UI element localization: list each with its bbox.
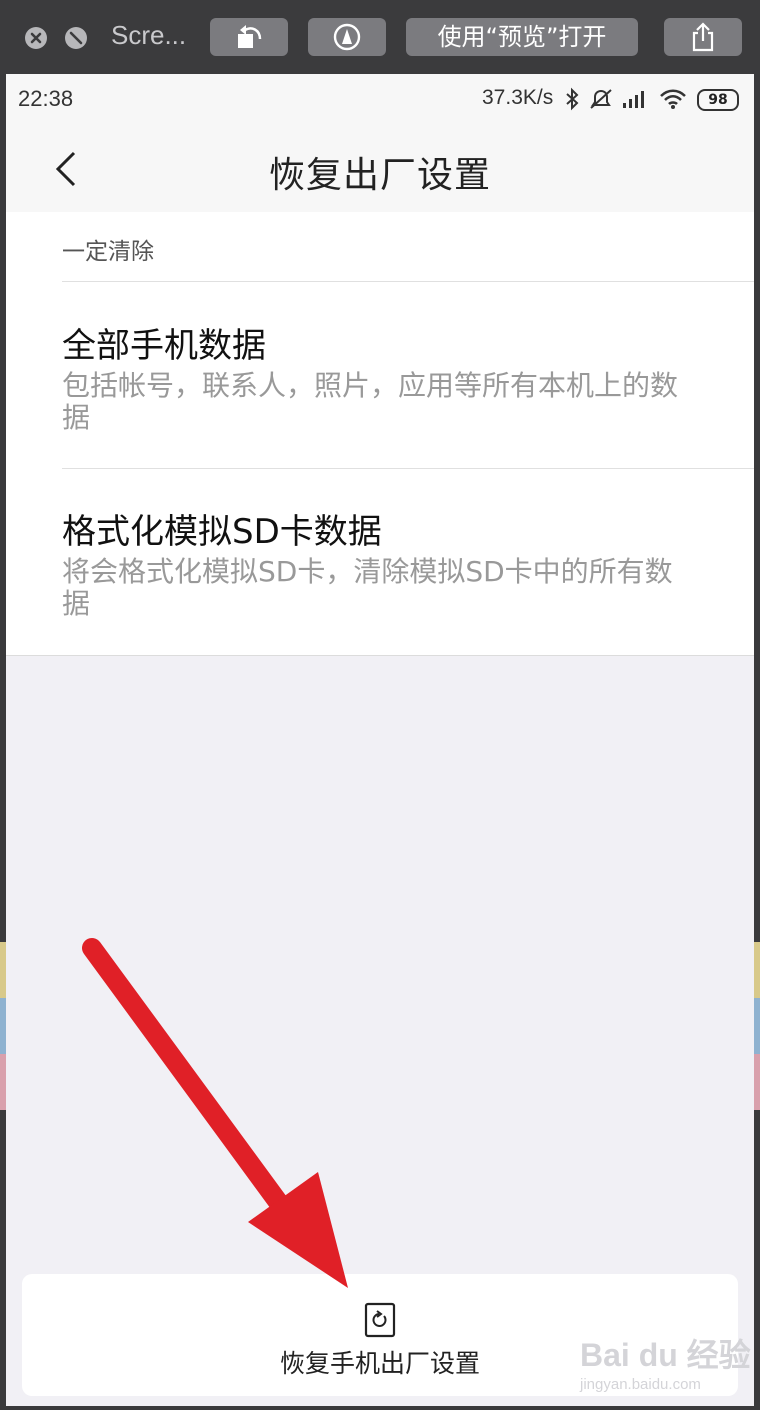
share-icon bbox=[692, 22, 714, 52]
markup-icon bbox=[333, 23, 361, 51]
item-desc-sd-data: 将会格式化模拟SD卡，清除模拟SD卡中的所有数据 bbox=[62, 555, 673, 620]
edge-strip bbox=[0, 942, 6, 998]
page-title: 恢复出厂设置 bbox=[268, 155, 491, 196]
edge-strip bbox=[754, 998, 760, 1054]
divider bbox=[62, 468, 754, 469]
window-title: Scre... bbox=[111, 20, 187, 50]
watermark-main: Bai du 经验 bbox=[580, 1337, 751, 1373]
markup-button[interactable] bbox=[308, 18, 386, 56]
share-button[interactable] bbox=[664, 18, 742, 56]
battery-indicator: 98 bbox=[697, 89, 739, 111]
close-icon[interactable] bbox=[25, 27, 47, 49]
item-title-all-data: 全部手机数据 bbox=[62, 326, 266, 366]
quicklook-toolbar: Scre... 使用“预览”打开 bbox=[0, 0, 760, 74]
wifi-icon bbox=[660, 89, 686, 109]
fullscreen-off-icon[interactable] bbox=[65, 27, 87, 49]
bluetooth-icon bbox=[566, 87, 579, 111]
item-desc-all-data: 包括帐号，联系人，照片，应用等所有本机上的数据 bbox=[62, 369, 679, 434]
phone-screen: 22:38 37.3K/s 98 恢复出厂设置 一定清除 全部手机数据 包括帐号… bbox=[6, 74, 754, 1406]
network-speed: 37.3K/s bbox=[482, 86, 554, 109]
edge-strip bbox=[0, 1054, 6, 1110]
signal-icon bbox=[623, 91, 644, 108]
edge-strip bbox=[754, 1054, 760, 1110]
status-time: 22:38 bbox=[18, 86, 74, 111]
watermark-sub: jingyan.baidu.com bbox=[580, 1376, 701, 1393]
rotate-icon bbox=[238, 25, 262, 48]
section-label: 一定清除 bbox=[62, 239, 154, 265]
app-header: 恢复出厂设置 bbox=[6, 124, 754, 212]
baidu-watermark: Bai du 经验 jingyan.baidu.com bbox=[580, 1330, 751, 1393]
divider bbox=[62, 281, 754, 282]
rotate-button[interactable] bbox=[210, 18, 288, 56]
erase-info-card: 一定清除 全部手机数据 包括帐号，联系人，照片，应用等所有本机上的数据 格式化模… bbox=[6, 212, 754, 656]
status-bar: 22:38 37.3K/s 98 bbox=[6, 74, 754, 124]
reset-icon bbox=[364, 1302, 396, 1338]
open-with-preview-button[interactable]: 使用“预览”打开 bbox=[406, 18, 638, 56]
item-title-sd-data: 格式化模拟SD卡数据 bbox=[62, 512, 382, 552]
edge-strip bbox=[754, 942, 760, 998]
edge-strip bbox=[0, 998, 6, 1054]
alarm-off-icon bbox=[590, 89, 612, 109]
